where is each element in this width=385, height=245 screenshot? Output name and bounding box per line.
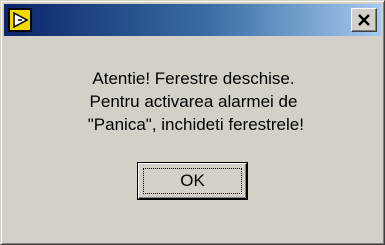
ok-button-label: OK: [143, 168, 242, 194]
close-button[interactable]: [351, 8, 377, 32]
ok-button[interactable]: OK: [138, 163, 247, 199]
message-line-2: Pentru activarea alarmei de: [89, 92, 298, 111]
message-text: Atentie! Ferestre deschise. Pentru activ…: [1, 67, 385, 136]
alert-dialog: Atentie! Ferestre deschise. Pentru activ…: [0, 0, 385, 245]
message-line-1: Atentie! Ferestre deschise.: [92, 69, 295, 88]
run-arrow-icon: [13, 11, 29, 29]
app-icon: [8, 8, 32, 32]
message-line-3: "Panica", inchideti ferestrele!: [83, 115, 304, 134]
title-bar[interactable]: [4, 4, 381, 36]
close-icon: [358, 14, 370, 26]
